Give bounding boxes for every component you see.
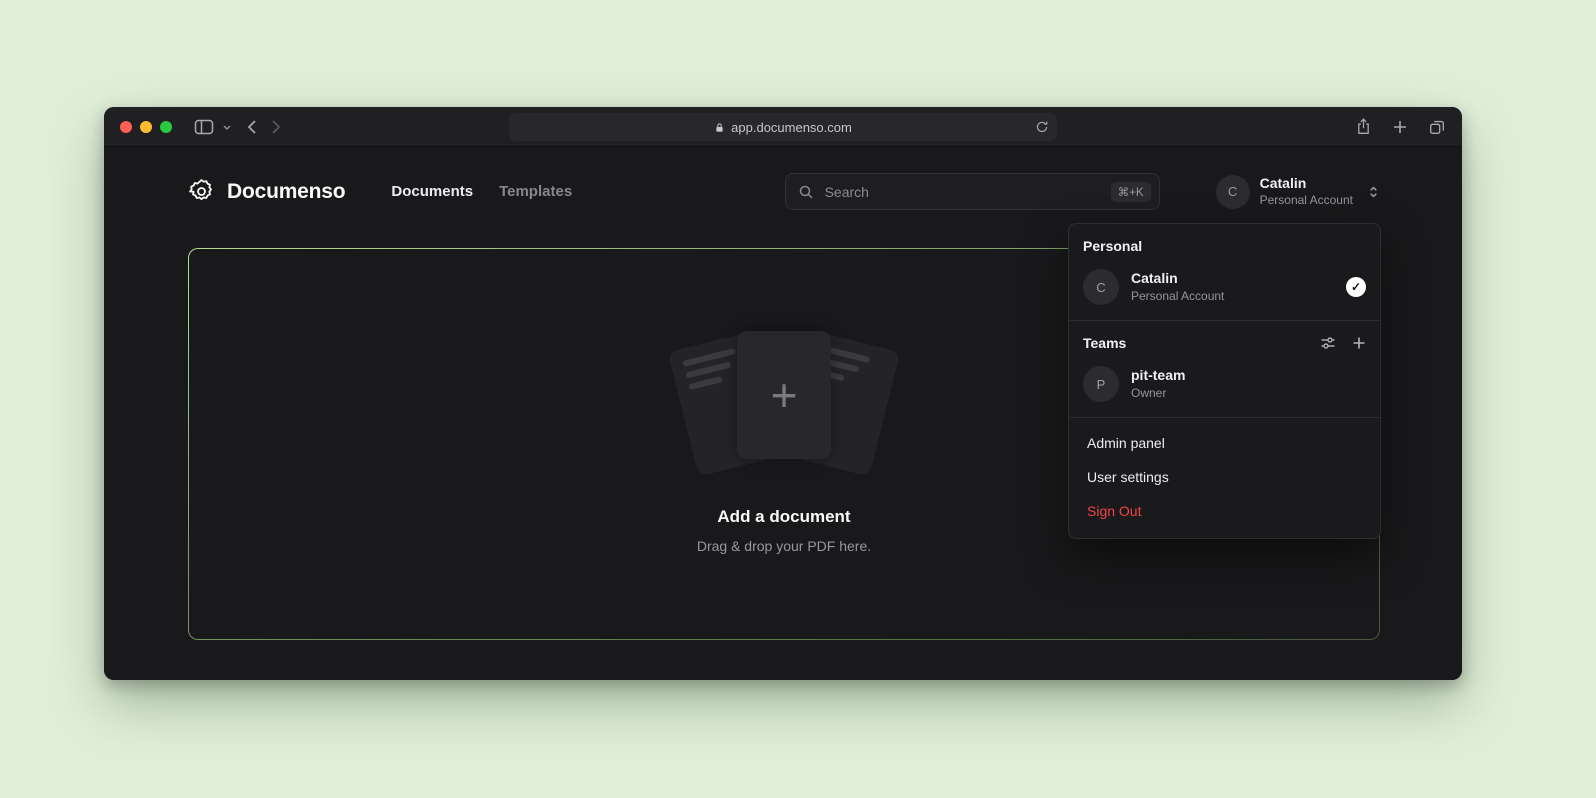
app-page: Documenso Documents Templates ⌘+K C (104, 147, 1462, 680)
menu-item-user-settings[interactable]: User settings (1079, 460, 1370, 494)
documenso-logo-icon (188, 178, 215, 205)
sidebar-chevron-down-icon[interactable] (222, 123, 232, 131)
share-icon[interactable] (1355, 117, 1372, 136)
account-avatar: C (1216, 175, 1250, 209)
account-menu-trigger[interactable]: C Catalin Personal Account (1216, 175, 1380, 209)
team-texts: pit-team Owner (1131, 367, 1185, 401)
document-card-center: + (737, 331, 831, 459)
menu-item-sign-out[interactable]: Sign Out (1079, 494, 1370, 528)
forward-icon[interactable] (271, 119, 282, 135)
documents-illustration: + (668, 329, 900, 479)
zoom-window-button[interactable] (160, 121, 172, 133)
search-input[interactable] (823, 183, 1102, 201)
sidebar-icon[interactable] (194, 118, 214, 136)
teams-section-icons (1320, 335, 1366, 351)
brand-link[interactable]: Documenso (188, 178, 345, 205)
toolbar-right-icons (1355, 117, 1446, 136)
minimize-window-button[interactable] (140, 121, 152, 133)
personal-name: Catalin (1131, 270, 1224, 288)
menu-divider (1069, 320, 1380, 321)
close-window-button[interactable] (120, 121, 132, 133)
menu-item-personal-account[interactable]: C Catalin Personal Account ✓ (1079, 262, 1370, 312)
manage-teams-icon[interactable] (1320, 335, 1336, 351)
account-texts: Catalin Personal Account (1260, 175, 1353, 208)
teams-section-row: Teams (1079, 329, 1370, 359)
app-header: Documenso Documents Templates ⌘+K C (104, 147, 1462, 210)
brand-name: Documenso (227, 180, 345, 204)
toolbar-left-icons (194, 118, 282, 136)
personal-avatar: C (1083, 269, 1119, 305)
dropzone-title: Add a document (717, 507, 850, 527)
back-icon[interactable] (246, 119, 257, 135)
address-text: app.documenso.com (731, 120, 852, 135)
selected-check-icon: ✓ (1346, 277, 1366, 297)
menu-divider (1069, 417, 1380, 418)
account-subtitle: Personal Account (1260, 193, 1353, 208)
team-name: pit-team (1131, 367, 1185, 385)
address-bar[interactable]: app.documenso.com (509, 113, 1057, 141)
create-team-icon[interactable] (1352, 336, 1366, 350)
personal-subtitle: Personal Account (1131, 289, 1224, 304)
menu-item-admin-panel[interactable]: Admin panel (1079, 426, 1370, 460)
browser-window: app.documenso.com (104, 107, 1462, 680)
search-shortcut-badge: ⌘+K (1111, 182, 1151, 202)
search-icon (798, 184, 814, 200)
tab-overview-icon[interactable] (1428, 118, 1446, 136)
browser-toolbar: app.documenso.com (104, 107, 1462, 147)
nav-documents[interactable]: Documents (391, 183, 473, 200)
reload-icon[interactable] (1035, 120, 1049, 134)
chevron-up-down-icon (1367, 184, 1380, 200)
plus-icon: + (737, 331, 831, 459)
search-bar: ⌘+K (785, 173, 1160, 210)
teams-section-label: Teams (1083, 335, 1126, 351)
traffic-lights (120, 121, 172, 133)
main-nav: Documents Templates (391, 183, 572, 200)
menu-item-team-pit-team[interactable]: P pit-team Owner (1079, 359, 1370, 409)
new-tab-icon[interactable] (1392, 119, 1408, 135)
team-avatar: P (1083, 366, 1119, 402)
nav-templates[interactable]: Templates (499, 183, 572, 200)
account-dropdown-menu: Personal C Catalin Personal Account ✓ Te… (1068, 223, 1381, 539)
dropzone-subtitle: Drag & drop your PDF here. (697, 538, 871, 554)
account-name: Catalin (1260, 175, 1353, 193)
personal-section-label: Personal (1079, 234, 1370, 262)
team-role: Owner (1131, 386, 1185, 401)
lock-icon (714, 121, 725, 134)
personal-texts: Catalin Personal Account (1131, 270, 1224, 304)
